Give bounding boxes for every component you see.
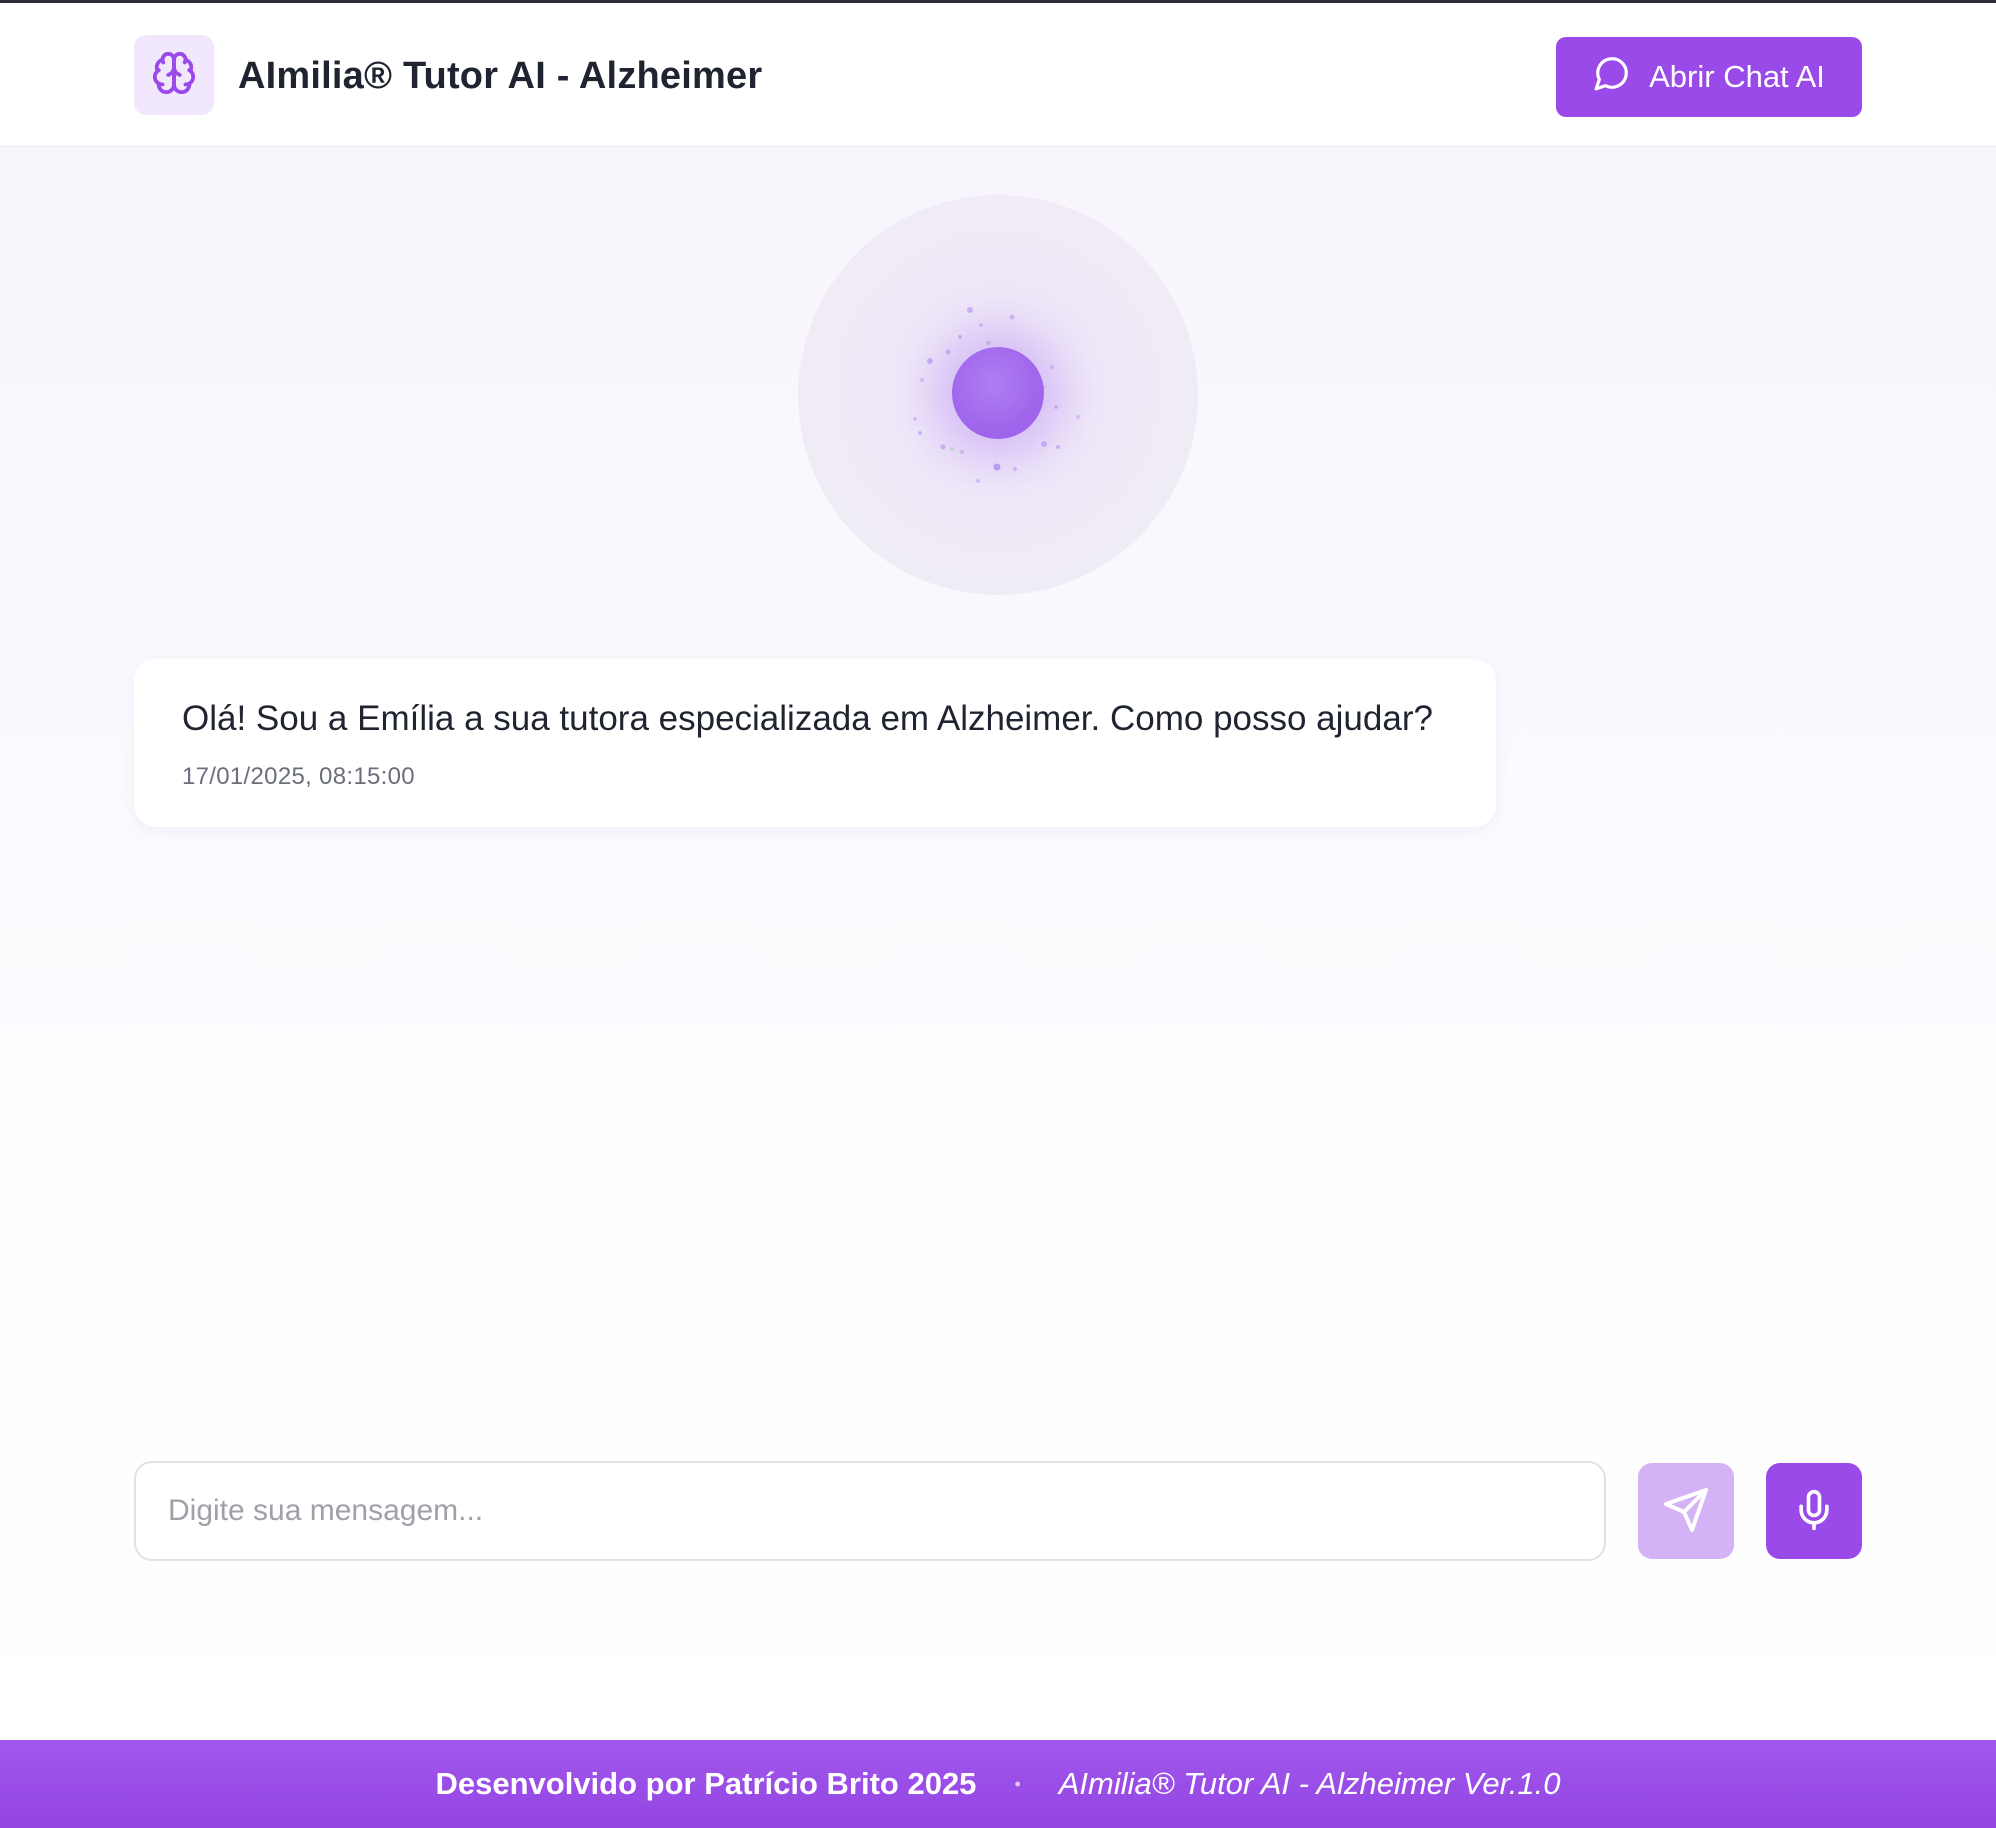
message-text: Olá! Sou a Emília a sua tutora especiali… (182, 699, 1433, 738)
message-circle-icon (1593, 54, 1631, 100)
footer-separator: • (1014, 1773, 1021, 1794)
send-icon (1662, 1486, 1710, 1537)
app-root: AImilia® Tutor AI - Alzheimer Abrir Chat… (0, 0, 1996, 1828)
top-header: AImilia® Tutor AI - Alzheimer Abrir Chat… (0, 0, 1996, 147)
send-button[interactable] (1638, 1463, 1734, 1559)
open-chat-label: Abrir Chat AI (1649, 59, 1825, 94)
assistant-message: Olá! Sou a Emília a sua tutora especiali… (134, 659, 1496, 827)
open-chat-button[interactable]: Abrir Chat AI (1556, 37, 1862, 117)
logo (134, 35, 214, 115)
message-timestamp: 17/01/2025, 08:15:00 (182, 763, 415, 790)
orb-core (952, 347, 1044, 439)
footer-version: AImilia® Tutor AI - Alzheimer Ver.1.0 (1058, 1766, 1561, 1801)
footer-credit: Desenvolvido por Patrício Brito 2025 (435, 1766, 977, 1801)
microphone-icon (1792, 1488, 1836, 1535)
message-input[interactable] (134, 1461, 1606, 1561)
orb-particles (913, 307, 1080, 483)
app-title: AImilia® Tutor AI - Alzheimer (238, 55, 763, 97)
brain-icon (151, 50, 197, 101)
footer: Desenvolvido por Patrício Brito 2025 • A… (0, 1740, 1996, 1828)
microphone-button[interactable] (1766, 1463, 1862, 1559)
